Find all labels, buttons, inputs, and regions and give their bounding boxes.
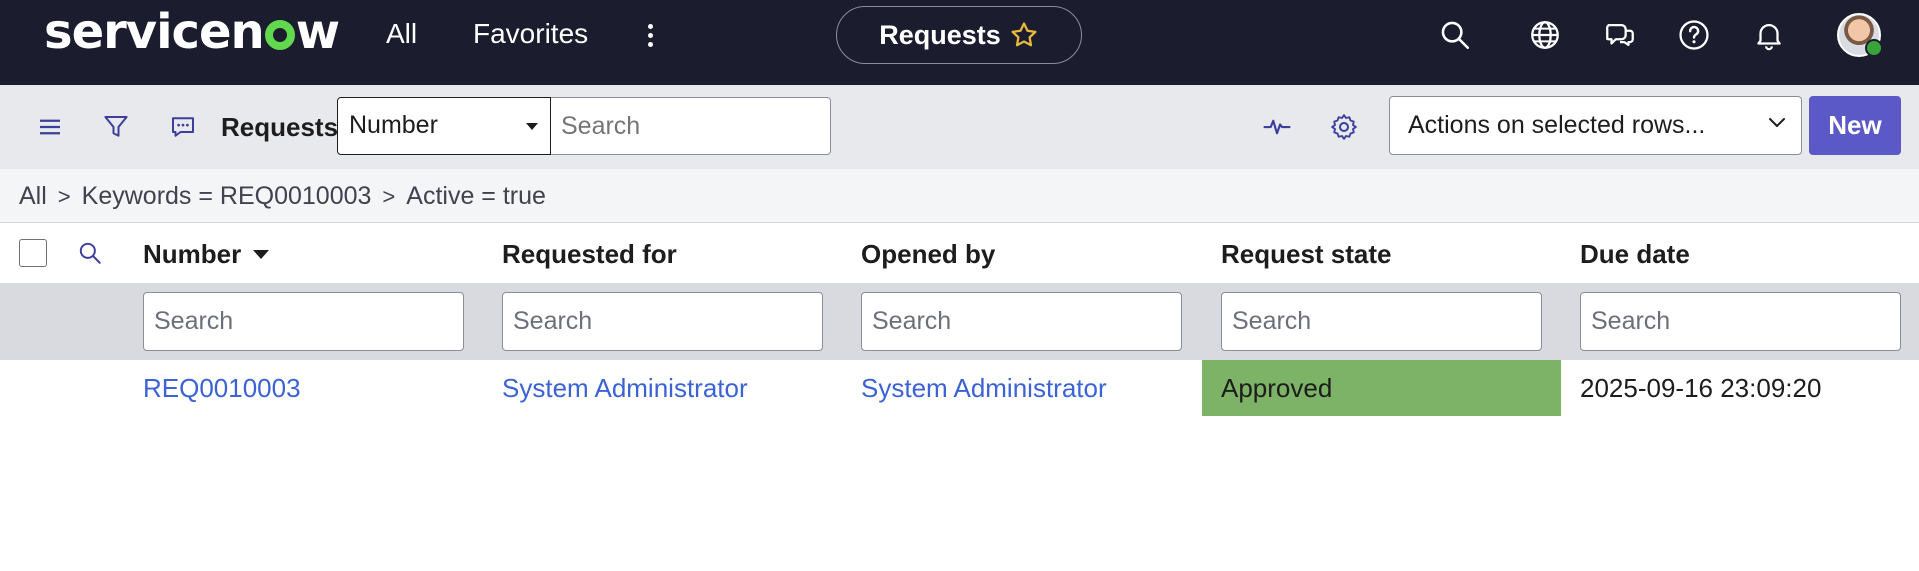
- cell-requested-for-link[interactable]: System Administrator: [502, 360, 748, 416]
- logo-o-mark: [264, 20, 295, 50]
- chevron-down-icon: [1769, 118, 1785, 127]
- servicenow-logo[interactable]: servicen w: [44, 4, 340, 60]
- cell-number-link[interactable]: REQ0010003: [143, 360, 301, 416]
- breadcrumb-active[interactable]: Active = true: [406, 182, 546, 210]
- context-title-pill[interactable]: Requests: [836, 6, 1082, 64]
- column-due-date[interactable]: Due date: [1580, 239, 1690, 269]
- column-requested-for[interactable]: Requested for: [502, 239, 677, 269]
- nav-favorites[interactable]: Favorites: [473, 16, 588, 52]
- star-icon[interactable]: [1009, 20, 1039, 50]
- help-icon[interactable]: [1677, 18, 1711, 52]
- column-number-label: Number: [143, 239, 242, 269]
- gear-icon[interactable]: [1329, 112, 1359, 142]
- globe-icon[interactable]: [1528, 18, 1562, 52]
- column-header-row: Number Requested for Opened by Request s…: [0, 223, 1919, 283]
- activity-stream-icon[interactable]: [168, 112, 198, 142]
- top-navigation-bar: servicen w All Favorites Requests: [0, 0, 1919, 85]
- search-field-select[interactable]: Number: [337, 97, 551, 155]
- filter-opened-by-input[interactable]: Search: [861, 292, 1182, 351]
- column-request-state[interactable]: Request state: [1221, 239, 1392, 269]
- actions-select[interactable]: Actions on selected rows...: [1389, 96, 1802, 155]
- user-avatar[interactable]: [1837, 13, 1883, 57]
- bell-icon[interactable]: [1752, 18, 1786, 52]
- cell-request-state: Approved: [1202, 360, 1561, 416]
- search-field-value: Number: [349, 111, 438, 139]
- breadcrumb: All > Keywords = REQ0010003 > Active = true: [0, 169, 1919, 223]
- context-title: Requests: [879, 19, 1001, 50]
- filter-request-state-input[interactable]: Search: [1221, 292, 1542, 351]
- new-button[interactable]: New: [1809, 96, 1901, 155]
- pulse-icon[interactable]: [1262, 112, 1292, 142]
- filter-due-date-input[interactable]: Search: [1580, 292, 1901, 351]
- actions-select-value: Actions on selected rows...: [1408, 111, 1706, 139]
- filter-requested-for-input[interactable]: Search: [502, 292, 823, 351]
- cell-due-date: 2025-09-16 23:09:20: [1580, 373, 1822, 403]
- logo-text-end: w: [295, 4, 340, 60]
- breadcrumb-separator: >: [57, 184, 71, 209]
- hamburger-menu-icon[interactable]: [35, 112, 65, 142]
- nav-all[interactable]: All: [386, 16, 417, 52]
- logo-text-start: servicen: [44, 4, 265, 60]
- breadcrumb-keywords[interactable]: Keywords = REQ0010003: [82, 182, 372, 210]
- column-search-icon[interactable]: [77, 240, 103, 266]
- caret-down-icon: [526, 123, 538, 130]
- list-title: Requests: [221, 112, 339, 142]
- breadcrumb-separator: >: [382, 184, 396, 209]
- select-all-checkbox[interactable]: [19, 239, 47, 267]
- column-filter-row: Search Search Search Search Search: [0, 283, 1919, 360]
- breadcrumb-all[interactable]: All: [19, 182, 47, 210]
- column-number[interactable]: Number: [143, 239, 270, 269]
- search-icon[interactable]: [1438, 18, 1472, 52]
- chat-icon[interactable]: [1603, 18, 1637, 52]
- more-menu-icon[interactable]: [646, 24, 654, 48]
- list-search-input[interactable]: [551, 97, 831, 155]
- sort-descending-icon[interactable]: [253, 250, 270, 259]
- table-row: REQ0010003 System Administrator System A…: [0, 360, 1919, 416]
- online-status-icon: [1865, 39, 1883, 57]
- column-opened-by[interactable]: Opened by: [861, 239, 995, 269]
- filter-number-input[interactable]: Search: [143, 292, 464, 351]
- cell-opened-by-link[interactable]: System Administrator: [861, 360, 1107, 416]
- list-toolbar: Requests Number Actions on selected rows…: [0, 85, 1919, 169]
- filter-icon[interactable]: [101, 112, 131, 142]
